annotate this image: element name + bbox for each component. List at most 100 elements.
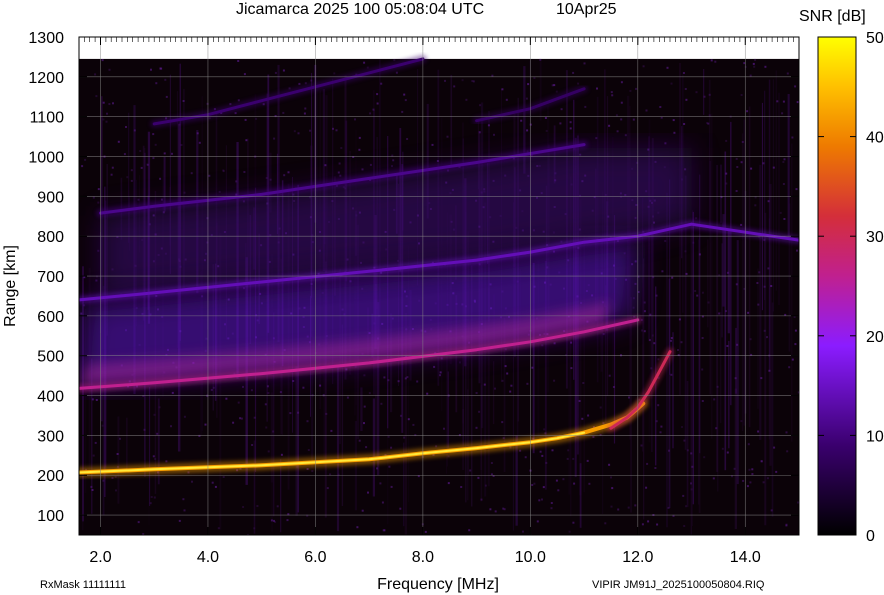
- noise-speck: [235, 180, 238, 183]
- noise-streak: [692, 211, 694, 505]
- noise-speck: [447, 482, 450, 485]
- noise-speck: [289, 412, 292, 415]
- noise-speck: [726, 451, 729, 454]
- noise-speck: [506, 372, 509, 375]
- noise-speck: [302, 386, 305, 389]
- noise-speck: [684, 88, 687, 90]
- noise-speck: [242, 506, 245, 508]
- noise-speck: [524, 456, 527, 459]
- noise-speck: [92, 196, 95, 199]
- noise-speck: [403, 436, 406, 439]
- noise-speck: [105, 120, 108, 123]
- noise-speck: [406, 138, 409, 140]
- y-tick-label: 1100: [30, 110, 65, 127]
- noise-speck: [572, 71, 575, 74]
- noise-speck: [361, 168, 364, 171]
- noise-speck: [253, 416, 256, 419]
- noise-speck: [407, 418, 410, 421]
- noise-speck: [646, 462, 649, 465]
- noise-speck: [509, 390, 512, 393]
- noise-speck: [363, 405, 366, 408]
- noise-speck: [796, 249, 798, 252]
- noise-speck: [740, 161, 743, 164]
- noise-speck: [376, 467, 378, 470]
- noise-speck: [306, 468, 309, 470]
- noise-speck: [682, 494, 685, 497]
- noise-speck: [465, 98, 468, 101]
- noise-speck: [439, 371, 442, 374]
- noise-speck: [399, 507, 402, 510]
- y-tick-label: 200: [37, 468, 64, 485]
- noise-streak: [790, 143, 793, 442]
- noise-speck: [94, 73, 97, 76]
- noise-speck: [604, 522, 607, 525]
- noise-speck: [443, 427, 445, 430]
- noise-speck: [764, 65, 767, 68]
- noise-speck: [255, 117, 258, 120]
- noise-speck: [101, 424, 104, 427]
- noise-speck: [198, 141, 201, 144]
- noise-speck: [293, 130, 296, 133]
- noise-speck: [586, 459, 589, 462]
- noise-speck: [701, 337, 704, 339]
- noise-speck: [424, 530, 427, 533]
- noise-speck: [692, 241, 695, 244]
- y-tick-label: 600: [37, 309, 64, 326]
- noise-speck: [577, 82, 580, 85]
- noise-speck: [337, 171, 340, 174]
- noise-speck: [677, 349, 679, 351]
- noise-speck: [412, 423, 415, 426]
- noise-speck: [691, 465, 694, 468]
- noise-speck: [545, 461, 548, 464]
- noise-speck: [544, 432, 547, 435]
- noise-speck: [611, 94, 614, 97]
- noise-speck: [183, 509, 186, 512]
- noise-speck: [718, 312, 721, 315]
- noise-speck: [164, 78, 167, 81]
- noise-speck: [748, 468, 751, 471]
- noise-speck: [237, 401, 240, 404]
- noise-speck: [91, 489, 94, 491]
- noise-speck: [475, 426, 478, 429]
- noise-speck: [783, 218, 786, 220]
- noise-speck: [152, 157, 155, 160]
- noise-speck: [297, 411, 300, 414]
- noise-speck: [92, 454, 95, 457]
- noise-speck: [659, 431, 662, 434]
- noise-speck: [237, 60, 240, 62]
- noise-speck: [210, 388, 213, 391]
- noise-speck: [522, 530, 524, 533]
- noise-speck: [557, 489, 560, 492]
- noise-speck: [393, 59, 396, 62]
- noise-speck: [560, 108, 563, 111]
- noise-speck: [526, 382, 529, 385]
- noise-speck: [695, 217, 698, 220]
- noise-speck: [165, 460, 168, 463]
- noise-speck: [160, 198, 163, 201]
- noise-speck: [735, 190, 738, 192]
- noise-speck: [657, 404, 660, 407]
- noise-speck: [183, 191, 186, 194]
- noise-speck: [143, 428, 146, 431]
- noise-speck: [383, 529, 386, 532]
- noise-speck: [494, 510, 497, 513]
- noise-speck: [555, 90, 558, 93]
- noise-speck: [749, 481, 752, 484]
- noise-speck: [726, 345, 729, 347]
- noise-speck: [678, 318, 681, 321]
- noise-speck: [569, 121, 572, 124]
- noise-speck: [165, 95, 168, 98]
- noise-speck: [562, 478, 565, 481]
- noise-speck: [267, 392, 270, 394]
- noise-speck: [356, 526, 359, 529]
- noise-streak: [719, 311, 722, 424]
- file-name-label: VIPIR JM91J_2025100050804.RIQ: [592, 579, 765, 591]
- noise-speck: [225, 397, 228, 400]
- noise-streak: [741, 133, 744, 432]
- noise-speck: [578, 400, 581, 402]
- noise-speck: [681, 426, 683, 428]
- noise-speck: [707, 122, 710, 125]
- noise-speck: [363, 374, 366, 377]
- noise-streak: [280, 459, 282, 533]
- noise-speck: [779, 211, 782, 214]
